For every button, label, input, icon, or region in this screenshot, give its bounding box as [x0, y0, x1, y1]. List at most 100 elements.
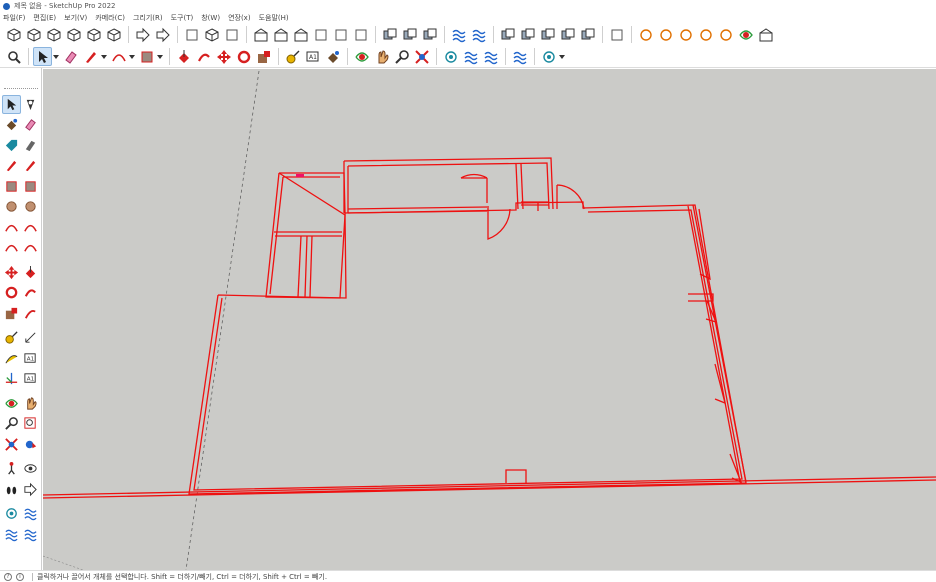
sandbox-icon[interactable] [510, 47, 529, 66]
section-plane-icon[interactable] [133, 25, 152, 44]
rotate-icon[interactable] [234, 47, 253, 66]
extension-warehouse-icon[interactable] [291, 25, 310, 44]
layers-icon[interactable] [481, 47, 500, 66]
chevron-down-icon[interactable] [559, 47, 565, 66]
move-icon[interactable] [2, 263, 21, 282]
top-view-icon[interactable] [24, 25, 43, 44]
three-point-arc-icon[interactable] [2, 238, 21, 257]
menu-item[interactable]: 카메라(C) [95, 13, 125, 23]
polygon-icon[interactable] [21, 197, 40, 216]
soften-icon[interactable] [21, 504, 40, 523]
two-point-arc-icon[interactable] [21, 218, 40, 237]
pie-icon[interactable] [21, 238, 40, 257]
union-icon[interactable] [420, 25, 439, 44]
shadow-icon[interactable] [696, 25, 715, 44]
front-view-icon[interactable] [44, 25, 63, 44]
menu-item[interactable]: 도구(T) [171, 13, 194, 23]
right-view-icon[interactable] [64, 25, 83, 44]
solid-subtract-icon[interactable] [518, 25, 537, 44]
left-view-icon[interactable] [104, 25, 123, 44]
intersect-icon[interactable] [400, 25, 419, 44]
dimension-icon[interactable] [21, 328, 40, 347]
orbit-icon[interactable] [352, 47, 371, 66]
scale-icon[interactable] [2, 304, 21, 323]
toolbar-grip[interactable] [4, 88, 38, 90]
help-icon[interactable]: ? [4, 572, 12, 581]
protractor-icon[interactable] [2, 349, 21, 368]
arc-icon[interactable] [109, 47, 128, 66]
layout-icon[interactable] [311, 25, 330, 44]
sun-icon[interactable] [676, 25, 695, 44]
tape-measure-icon[interactable] [283, 47, 302, 66]
terrain-icon[interactable] [656, 25, 675, 44]
warehouse-icon[interactable] [251, 25, 270, 44]
rotate-icon[interactable] [2, 283, 21, 302]
text-icon[interactable]: A1 [21, 349, 40, 368]
chevron-down-icon[interactable] [157, 47, 163, 66]
freehand-icon[interactable] [21, 156, 40, 175]
move-icon[interactable] [214, 47, 233, 66]
menu-item[interactable]: 그리기(R) [133, 13, 163, 23]
3d-text-icon[interactable]: A1 [21, 369, 40, 388]
fog-icon[interactable] [716, 25, 735, 44]
circle-icon[interactable] [2, 197, 21, 216]
select-icon[interactable] [2, 94, 21, 114]
rectangle-icon[interactable] [137, 47, 156, 66]
menu-item[interactable]: 편집(E) [33, 13, 56, 23]
styles-icon[interactable] [331, 25, 350, 44]
pencil-icon[interactable] [81, 47, 100, 66]
look-around-icon[interactable] [21, 459, 40, 478]
zoom-icon[interactable] [392, 47, 411, 66]
outliner-icon[interactable] [441, 47, 460, 66]
arc-icon[interactable] [2, 218, 21, 237]
sandbox-from-scratch-icon[interactable] [469, 25, 488, 44]
push-pull-icon[interactable] [174, 47, 193, 66]
chevron-down-icon[interactable] [101, 47, 107, 66]
outer-shell-icon[interactable] [380, 25, 399, 44]
geo-location-icon[interactable] [636, 25, 655, 44]
tag-icon[interactable] [2, 136, 21, 155]
model-viewport[interactable] [43, 69, 936, 570]
components-icon[interactable] [351, 25, 370, 44]
wireframe-icon[interactable] [222, 25, 241, 44]
follow-me-icon[interactable] [21, 283, 40, 302]
eraser-icon[interactable] [61, 47, 80, 66]
menu-item[interactable]: 보기(V) [64, 13, 87, 23]
orbit-3d-icon[interactable] [736, 25, 755, 44]
xray-icon[interactable] [182, 25, 201, 44]
rotated-rectangle-icon[interactable] [21, 177, 40, 196]
paint-bucket-icon[interactable] [2, 115, 21, 134]
offset-icon[interactable] [21, 304, 40, 323]
axes-icon[interactable] [2, 369, 21, 388]
section-display-icon[interactable] [153, 25, 172, 44]
solid-union-icon[interactable] [498, 25, 517, 44]
make-component-icon[interactable] [21, 95, 40, 114]
extension-icon[interactable] [756, 25, 775, 44]
orbit-icon[interactable] [2, 394, 21, 413]
back-edges-icon[interactable] [202, 25, 221, 44]
search-icon[interactable] [4, 47, 23, 66]
push-pull-icon[interactable] [21, 263, 40, 282]
previous-view-icon[interactable] [21, 435, 40, 454]
eraser-icon[interactable] [21, 115, 40, 134]
rectangle-icon[interactable] [2, 177, 21, 196]
pencil-icon[interactable] [2, 156, 21, 175]
zoom-icon[interactable] [2, 414, 21, 433]
solid-trim-icon[interactable] [538, 25, 557, 44]
zoom-extents-icon[interactable] [2, 435, 21, 454]
scale-icon[interactable] [254, 47, 273, 66]
solid-intersect-icon[interactable] [578, 25, 597, 44]
walk-icon[interactable] [2, 480, 21, 499]
menu-item[interactable]: 도움말(H) [259, 13, 289, 23]
share-model-icon[interactable] [271, 25, 290, 44]
iso-view-icon[interactable] [4, 25, 23, 44]
pan-icon[interactable] [372, 47, 391, 66]
select-icon[interactable] [33, 47, 52, 66]
profile-icon[interactable] [539, 47, 558, 66]
section-plane-icon[interactable] [21, 480, 40, 499]
menu-item[interactable]: 창(W) [201, 13, 220, 23]
info-icon[interactable]: i [16, 572, 24, 581]
zoom-window-icon[interactable] [21, 414, 40, 433]
outliner-icon[interactable] [2, 504, 21, 523]
layers-icon[interactable] [2, 525, 21, 544]
